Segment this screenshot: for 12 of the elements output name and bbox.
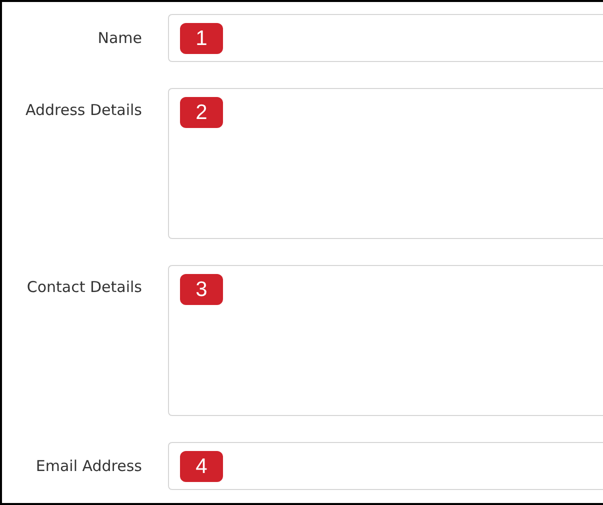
field-label: Contact Details: [26, 277, 142, 298]
field-label: Email Address: [34, 456, 142, 477]
text-area[interactable]: 2: [168, 88, 603, 239]
text-area[interactable]: 3: [168, 265, 603, 416]
number-badge: 2: [180, 97, 223, 128]
field-label: Name: [96, 28, 142, 49]
input-field[interactable]: 4: [168, 442, 603, 490]
number-badge: 4: [180, 451, 223, 482]
number-badge: 3: [180, 274, 223, 305]
field-label: Address Details: [24, 100, 142, 121]
input-field[interactable]: 1: [168, 14, 603, 62]
number-badge: 1: [180, 23, 223, 54]
